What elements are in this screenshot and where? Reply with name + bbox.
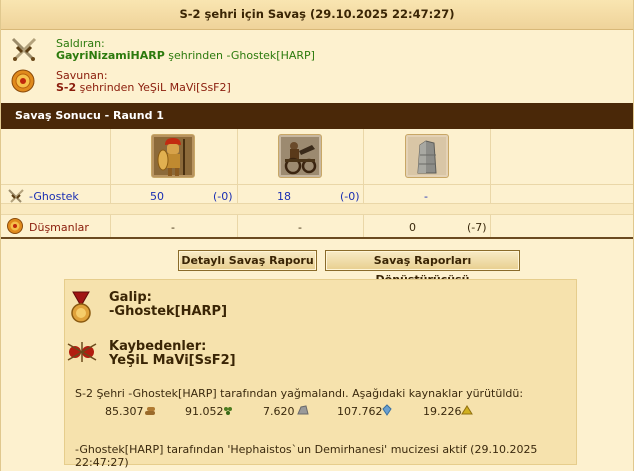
- attacker-player-link[interactable]: GayriNizamiHARP: [56, 49, 165, 62]
- attacker-chariot-count: 18: [277, 190, 291, 203]
- enemy-wall-loss: (-7): [467, 221, 487, 234]
- wine-icon: [222, 404, 234, 419]
- wine-amount: 91.052: [185, 405, 224, 418]
- enemy-hoplite-count: -: [171, 221, 175, 234]
- losers-name: YeŞiL MaVi[SsF2]: [109, 353, 236, 368]
- defender-line: S-2 şehrinden YeŞiL MaVi[SsF2]: [56, 81, 231, 94]
- round-result-bar: Savaş Sonucu - Raund 1: [1, 103, 633, 129]
- attacker-from-text: şehrinden: [164, 49, 227, 62]
- wood-amount: 85.307: [105, 405, 144, 418]
- detailed-report-button[interactable]: Detaylı Savaş Raporu: [178, 250, 317, 271]
- winner-name: -Ghostek[HARP]: [109, 304, 228, 319]
- row-divider: [1, 214, 633, 215]
- crystal-icon: [381, 404, 393, 419]
- crossed-swords-icon: [10, 36, 38, 65]
- defense-shield-icon: [11, 69, 35, 96]
- losers-icon: [67, 341, 97, 366]
- enemy-shield-icon: [7, 218, 23, 237]
- wood-icon: [144, 406, 156, 419]
- winner-medal-icon: [69, 290, 93, 327]
- battle-report-window: S-2 şehri için Savaş (29.10.2025 22:47:2…: [0, 0, 634, 471]
- defender-from-text: şehrinden: [76, 81, 138, 94]
- marble-amount: 7.620: [263, 405, 295, 418]
- winner-label: Galip:: [109, 290, 152, 305]
- loot-description: S-2 Şehri -Ghostek[HARP] tarafından yağm…: [75, 387, 524, 400]
- crystal-amount: 107.762: [337, 405, 383, 418]
- enemy-chariot-count: -: [298, 221, 302, 234]
- attacker-wall-count: -: [424, 190, 428, 203]
- defender-city-link[interactable]: S-2: [56, 81, 76, 94]
- attacker-line: GayriNizamiHARP şehrinden -Ghostek[HARP]: [56, 49, 315, 62]
- wonder-active-text: -Ghostek[HARP] tarafından 'Hephaistos`un…: [75, 443, 538, 469]
- row-divider: [1, 184, 633, 185]
- attacker-city-link[interactable]: -Ghostek[HARP]: [227, 49, 315, 62]
- chariot-unit-image: [278, 134, 322, 178]
- report-converter-button[interactable]: Savaş Raporları Dönüştürücüsü: [325, 250, 520, 286]
- result-panel: Galip: -Ghostek[HARP] Kaybedenler: YeŞiL…: [64, 279, 577, 469]
- row-enemies-name: Düşmanlar: [29, 221, 89, 234]
- sulfur-amount: 19.226: [423, 405, 462, 418]
- attacker-hoplite-loss: (-0): [213, 190, 233, 203]
- row-spacer: [1, 204, 633, 214]
- enemy-wall-count: 0: [409, 221, 416, 234]
- wall-unit-image: [405, 134, 449, 178]
- attacker-chariot-loss: (-0): [340, 190, 360, 203]
- losers-label: Kaybedenler:: [109, 339, 207, 354]
- defender-player-link[interactable]: YeŞiL MaVi[SsF2]: [138, 81, 231, 94]
- attacker-hoplite-count: 50: [150, 190, 164, 203]
- marble-icon: [297, 405, 309, 418]
- row-attacker-name[interactable]: -Ghostek: [29, 190, 79, 203]
- table-bottom-border: [1, 237, 633, 239]
- sulfur-icon: [461, 405, 473, 418]
- hoplite-unit-image: [151, 134, 195, 178]
- report-title: S-2 şehri için Savaş (29.10.2025 22:47:2…: [1, 0, 633, 30]
